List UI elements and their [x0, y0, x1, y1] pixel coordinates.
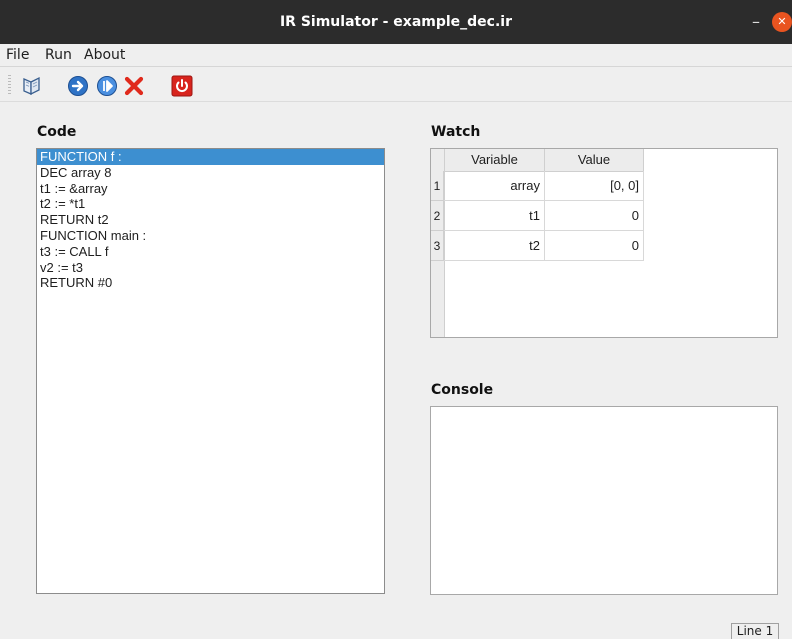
- column-header-variable[interactable]: Variable: [444, 149, 545, 171]
- run-arrow-icon: [68, 76, 88, 96]
- menu-file[interactable]: File: [6, 46, 29, 64]
- open-file-button[interactable]: [21, 75, 43, 97]
- red-x-icon: [124, 76, 144, 96]
- minimize-button[interactable]: –: [748, 12, 764, 32]
- code-line[interactable]: FUNCTION main :: [37, 228, 384, 244]
- variable-cell[interactable]: t2: [444, 231, 545, 261]
- menu-about[interactable]: About: [84, 46, 125, 64]
- table-row[interactable]: 1 array [0, 0]: [431, 171, 644, 201]
- status-line-indicator: Line 1: [731, 623, 779, 639]
- toolbar: [0, 67, 792, 102]
- power-button[interactable]: [171, 75, 193, 97]
- code-line[interactable]: RETURN t2: [37, 212, 384, 228]
- open-book-icon: [23, 76, 40, 96]
- window-titlebar: IR Simulator - example_dec.ir – ✕: [0, 0, 792, 44]
- code-line[interactable]: RETURN #0: [37, 275, 384, 291]
- menu-bar: File Run About: [0, 44, 792, 67]
- run-button[interactable]: [67, 75, 89, 97]
- step-button[interactable]: [96, 75, 118, 97]
- code-line[interactable]: t1 := &array: [37, 181, 384, 197]
- console-output[interactable]: [430, 406, 778, 595]
- watch-heading: Watch: [431, 124, 481, 140]
- code-list[interactable]: FUNCTION f : DEC array 8 t1 := &array t2 :=…: [36, 148, 385, 594]
- step-icon: [97, 76, 117, 96]
- code-line[interactable]: v2 := t3: [37, 260, 384, 276]
- table-row[interactable]: 3 t2 0: [431, 231, 644, 261]
- stop-button[interactable]: [123, 75, 145, 97]
- row-number[interactable]: 3: [431, 231, 444, 261]
- column-header: Variable Value: [431, 149, 644, 172]
- menu-run[interactable]: Run: [45, 46, 72, 64]
- value-cell[interactable]: 0: [545, 201, 644, 231]
- row-number[interactable]: 1: [431, 171, 444, 201]
- window-title: IR Simulator - example_dec.ir: [279, 14, 513, 30]
- toolbar-grip[interactable]: [8, 75, 11, 95]
- variable-cell[interactable]: array: [444, 171, 545, 201]
- code-heading: Code: [37, 124, 77, 140]
- column-header-value[interactable]: Value: [545, 149, 644, 171]
- code-line[interactable]: DEC array 8: [37, 165, 384, 181]
- power-icon: [171, 75, 193, 97]
- watch-table[interactable]: Variable Value 1 array [0, 0] 2 t1 0 3 t2 0: [430, 148, 778, 338]
- console-heading: Console: [431, 382, 494, 398]
- table-row[interactable]: 2 t1 0: [431, 201, 644, 231]
- close-button[interactable]: ✕: [772, 12, 792, 32]
- value-cell[interactable]: 0: [545, 231, 644, 261]
- code-line[interactable]: t3 := CALL f: [37, 244, 384, 260]
- variable-cell[interactable]: t1: [444, 201, 545, 231]
- row-number[interactable]: 2: [431, 201, 444, 231]
- code-line[interactable]: t2 := *t1: [37, 196, 384, 212]
- value-cell[interactable]: [0, 0]: [545, 171, 644, 201]
- code-line[interactable]: FUNCTION f :: [37, 149, 384, 165]
